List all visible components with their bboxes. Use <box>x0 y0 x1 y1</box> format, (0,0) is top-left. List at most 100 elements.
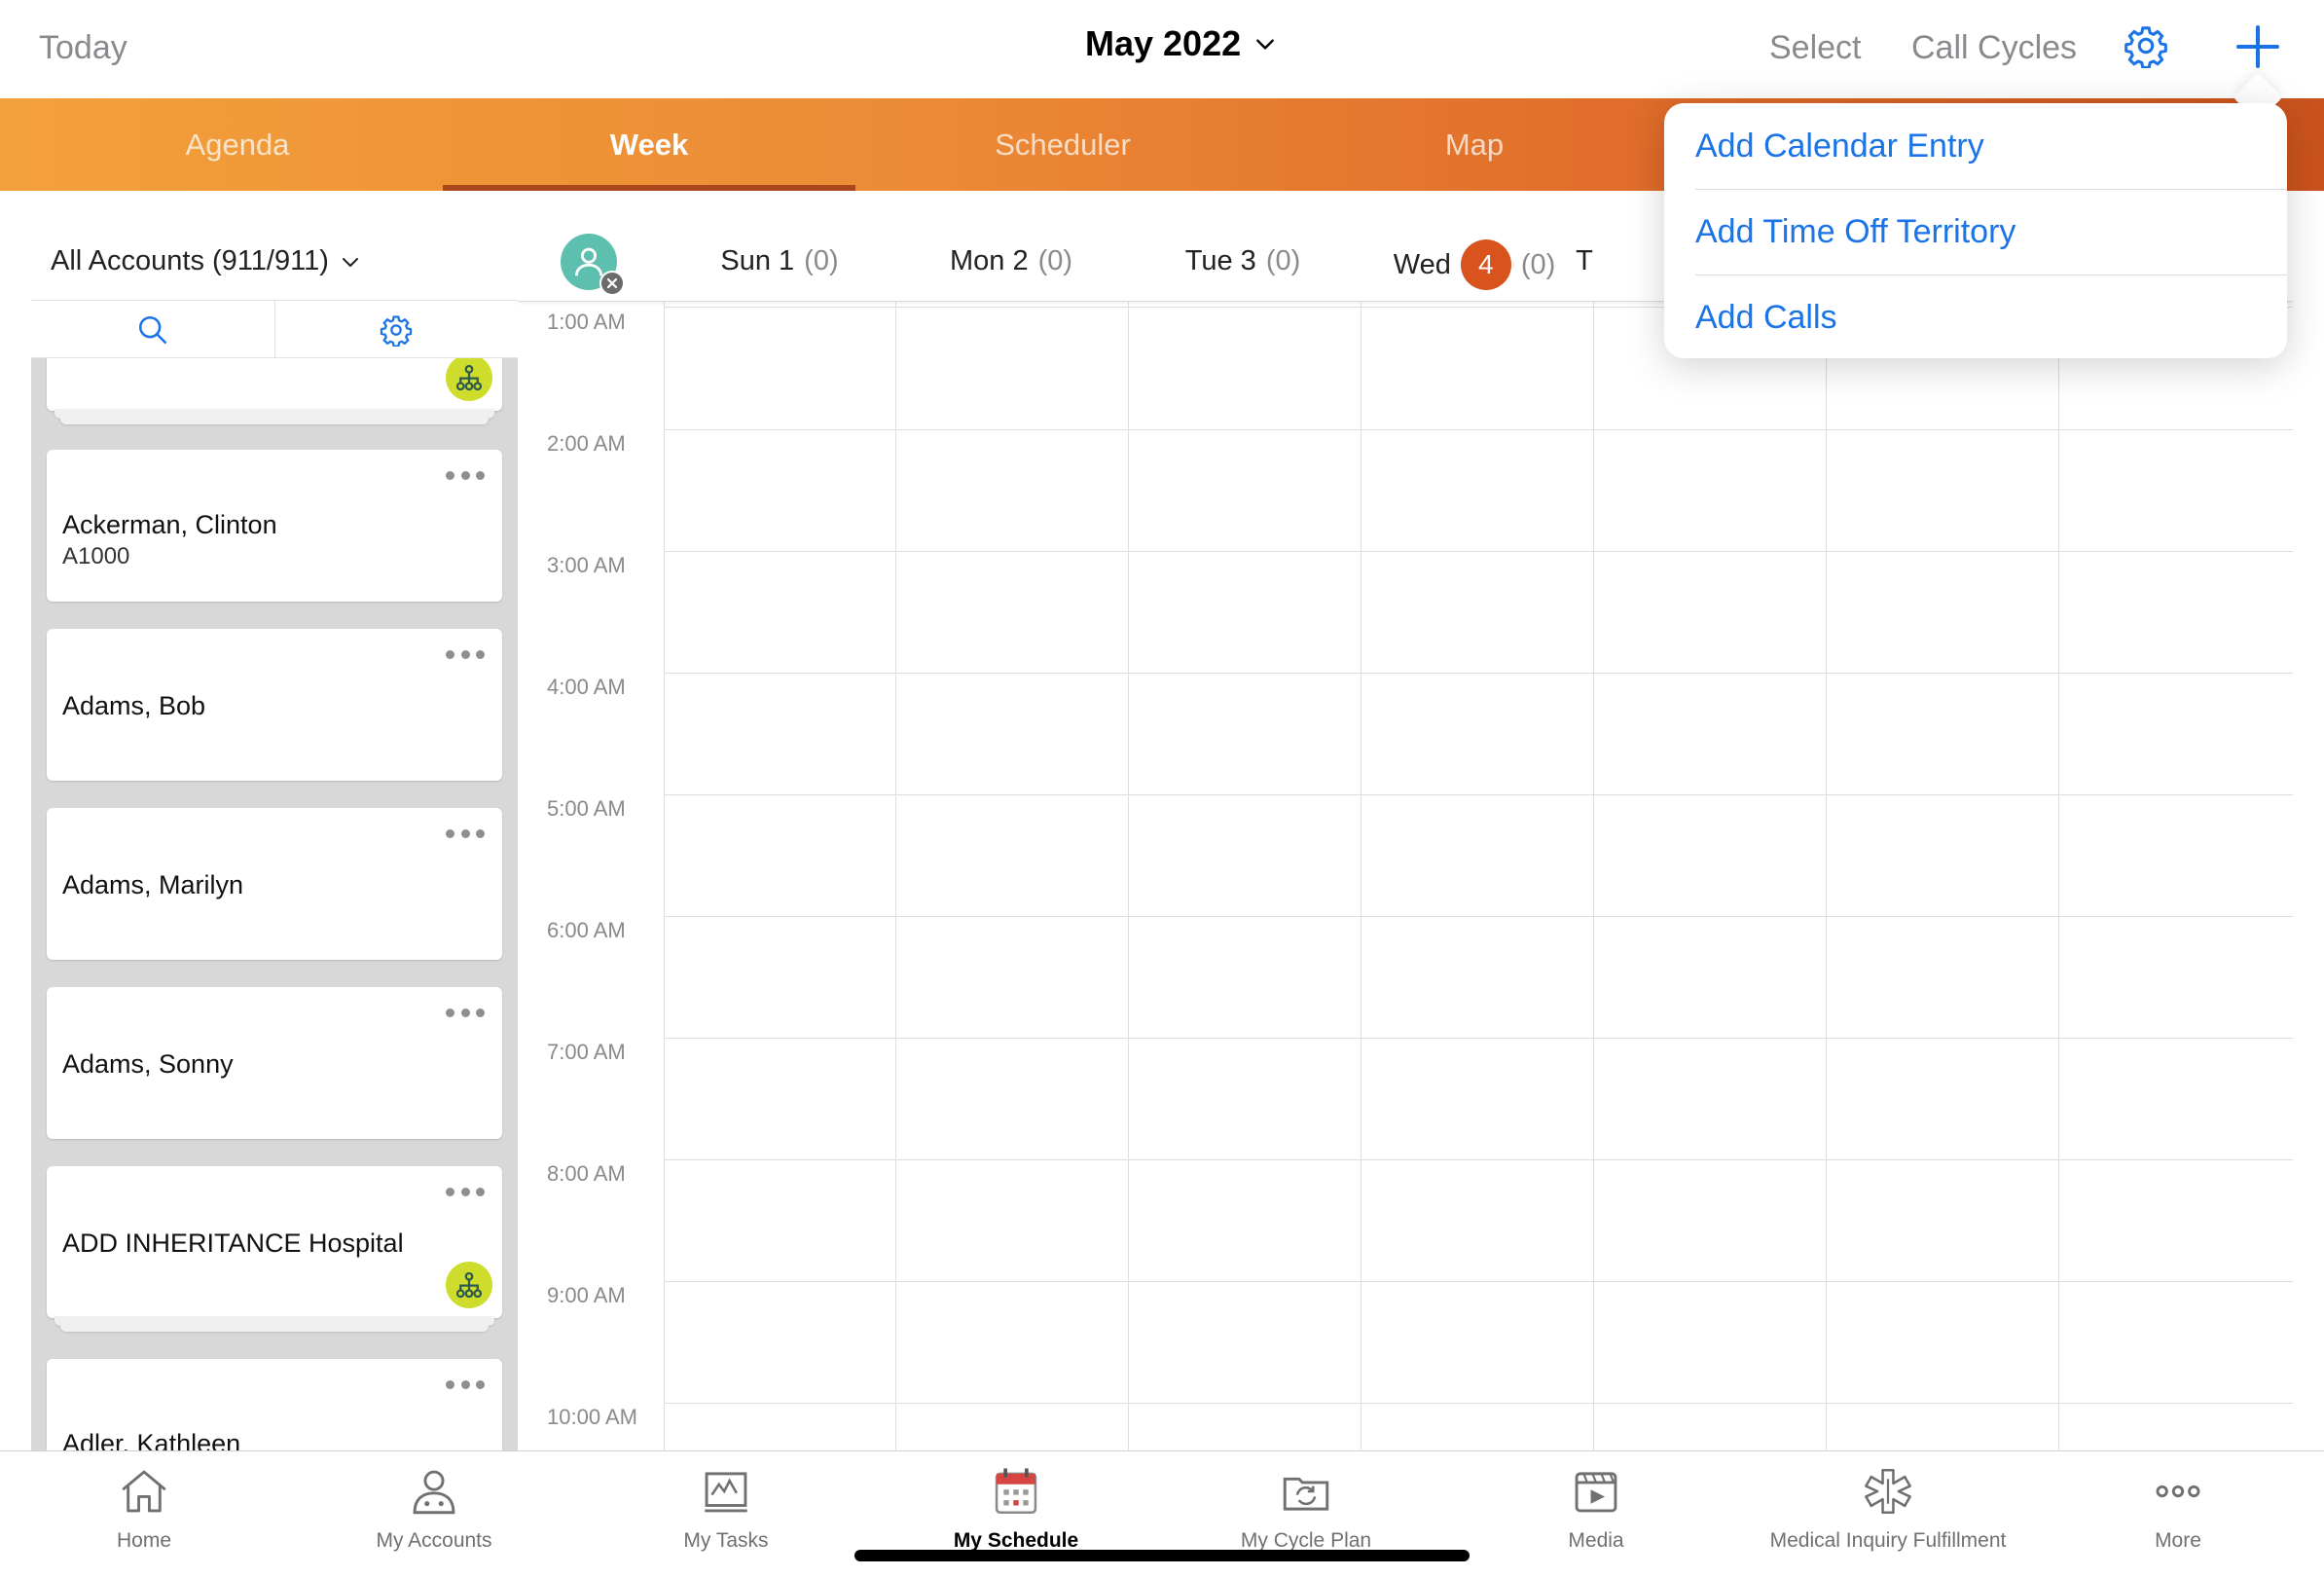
day-count: (0) <box>1265 245 1301 276</box>
nav-label: Media <box>1568 1529 1624 1552</box>
grid-line <box>2058 302 2059 1450</box>
hour-line <box>664 1038 2293 1039</box>
nav-label: My Tasks <box>683 1529 769 1552</box>
day-count: (0) <box>1520 248 1556 280</box>
nav-media[interactable]: Media <box>1450 1463 1742 1570</box>
day-label: Mon 2 <box>949 245 1029 276</box>
clear-filter-icon[interactable] <box>599 271 625 296</box>
search-button[interactable] <box>31 301 275 358</box>
hour-line <box>664 429 2293 430</box>
account-card[interactable]: Adams, Marilyn <box>47 808 502 960</box>
more-options-icon[interactable] <box>446 1009 485 1018</box>
day-label: T <box>1576 245 1593 276</box>
media-icon <box>1575 1472 1617 1513</box>
tab-map[interactable]: Map <box>1268 98 1681 191</box>
account-card[interactable]: Adams, Sonny <box>47 987 502 1139</box>
account-name: Ackerman, Clinton <box>62 510 277 539</box>
calendar-icon <box>995 1468 1037 1515</box>
card-stack-layer <box>60 1322 489 1332</box>
grid-line <box>1128 302 1129 1450</box>
add-calls-item[interactable]: Add Calls <box>1695 275 2287 360</box>
account-name: Adams, Marilyn <box>62 870 244 899</box>
today-date-badge: 4 <box>1460 239 1511 290</box>
nav-my-tasks[interactable]: My Tasks <box>580 1463 872 1570</box>
select-button[interactable]: Select <box>1769 29 1862 67</box>
panel-settings-button[interactable] <box>275 301 519 358</box>
hour-label: 2:00 AM <box>547 431 626 456</box>
day-label: Tue 3 <box>1184 245 1256 276</box>
grid-line <box>1593 302 1594 1450</box>
more-options-icon[interactable] <box>446 1380 485 1390</box>
account-id: A1000 <box>62 543 130 569</box>
day-header-sun[interactable]: Sun 1 (0) <box>664 245 895 277</box>
account-card[interactable]: ADD INHERITANCE Hospital <box>47 1166 502 1318</box>
more-options-icon[interactable] <box>446 829 485 839</box>
more-options-icon[interactable] <box>446 650 485 660</box>
hour-label: 8:00 AM <box>547 1161 626 1186</box>
account-filter-label: All Accounts (911/911) <box>51 245 329 276</box>
call-cycles-button[interactable]: Call Cycles <box>1911 29 2077 67</box>
account-name: Adams, Bob <box>62 691 206 720</box>
month-picker[interactable]: May 2022 <box>1085 23 1276 64</box>
add-plus-icon[interactable] <box>2234 23 2281 70</box>
panel-toolbar <box>31 300 518 358</box>
add-time-off-territory-item[interactable]: Add Time Off Territory <box>1695 189 2287 275</box>
account-name: Adams, Sonny <box>62 1049 234 1079</box>
hour-label: 10:00 AM <box>547 1405 637 1429</box>
account-card[interactable]: Adams, Bob <box>47 629 502 781</box>
nav-label: Home <box>116 1529 172 1552</box>
gear-icon <box>381 314 413 347</box>
home-indicator[interactable] <box>854 1550 1470 1561</box>
tab-week[interactable]: Week <box>443 98 855 191</box>
day-label: Sun 1 <box>720 245 795 276</box>
more-options-icon[interactable] <box>446 1188 485 1197</box>
grid-line <box>1826 302 1827 1450</box>
hour-line <box>664 1403 2293 1404</box>
hour-line <box>664 794 2293 795</box>
month-label: May 2022 <box>1085 23 1242 63</box>
grid-line <box>1361 302 1362 1450</box>
hour-line <box>664 916 2293 917</box>
tab-agenda[interactable]: Agenda <box>31 98 444 191</box>
user-filter-avatar[interactable] <box>561 234 625 296</box>
hour-line <box>664 551 2293 552</box>
home-icon <box>122 1470 166 1513</box>
accounts-icon <box>413 1470 455 1515</box>
day-header-mon[interactable]: Mon 2 (0) <box>895 245 1127 277</box>
day-label: Wed <box>1393 248 1451 280</box>
day-count: (0) <box>804 245 839 276</box>
nav-home[interactable]: Home <box>0 1463 290 1570</box>
settings-gear-icon[interactable] <box>2124 23 2168 68</box>
nav-medical-inquiry-fulfillment[interactable]: Medical Inquiry Fulfillment <box>1742 1463 2034 1570</box>
account-name: Adler, Kathleen <box>62 1429 241 1450</box>
grid-line <box>664 302 665 1450</box>
nav-label: Medical Inquiry Fulfillment <box>1769 1529 2007 1552</box>
card-stack-layer <box>60 415 489 424</box>
medical-icon <box>1865 1468 1911 1515</box>
day-header-thu[interactable]: T <box>1555 245 1614 277</box>
hour-label: 6:00 AM <box>547 918 626 942</box>
grid-line <box>895 302 896 1450</box>
nav-my-accounts[interactable]: My Accounts <box>288 1463 580 1570</box>
hour-line <box>664 673 2293 674</box>
top-bar: Today May 2022 Select Call Cycles <box>0 0 2324 98</box>
hour-label: 3:00 AM <box>547 553 626 577</box>
account-filter-dropdown[interactable]: All Accounts (911/911) <box>51 245 360 277</box>
day-header-tue[interactable]: Tue 3 (0) <box>1127 245 1359 277</box>
add-calendar-entry-item[interactable]: Add Calendar Entry <box>1695 103 2287 189</box>
tab-scheduler[interactable]: Scheduler <box>856 98 1269 191</box>
hour-label: 4:00 AM <box>547 675 626 699</box>
today-button[interactable]: Today <box>39 29 127 67</box>
hour-label: 5:00 AM <box>547 796 626 821</box>
chevron-down-icon <box>342 257 358 267</box>
account-card[interactable]: Adler, Kathleen <box>47 1359 502 1450</box>
account-card[interactable]: Ackerman, Clinton A1000 <box>47 450 502 602</box>
hour-line <box>664 1159 2293 1160</box>
nav-label: My Accounts <box>376 1529 492 1552</box>
hierarchy-badge-icon <box>446 354 492 401</box>
nav-more[interactable]: More <box>2032 1463 2324 1570</box>
cycle-plan-icon <box>1283 1477 1329 1511</box>
hour-label: 7:00 AM <box>547 1040 626 1064</box>
more-options-icon[interactable] <box>446 471 485 481</box>
search-icon <box>138 315 166 344</box>
